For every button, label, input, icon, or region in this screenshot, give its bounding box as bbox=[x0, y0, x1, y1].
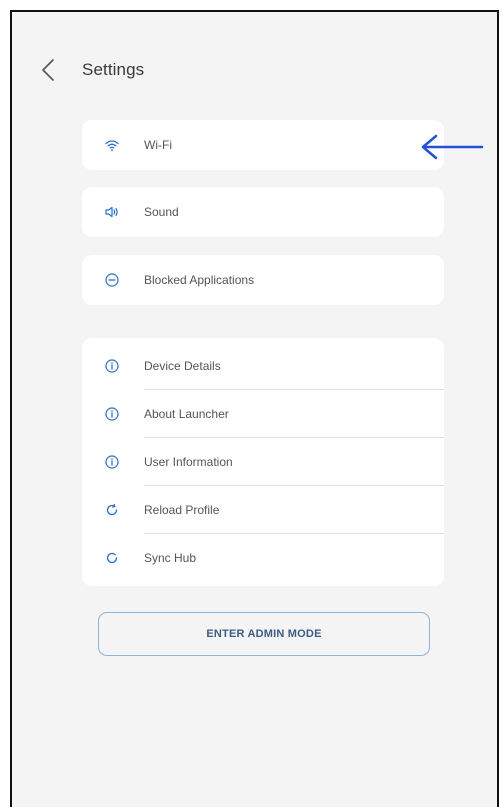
settings-screen: Settings Wi-Fi Sound Blocked Application… bbox=[10, 10, 499, 807]
annotation-arrow-icon bbox=[421, 134, 484, 160]
about-launcher-row[interactable]: About Launcher bbox=[82, 390, 444, 438]
device-details-row[interactable]: Device Details bbox=[82, 342, 444, 390]
blocked-apps-row[interactable]: Blocked Applications bbox=[82, 255, 444, 305]
sound-row[interactable]: Sound bbox=[82, 187, 444, 237]
user-information-label: User Information bbox=[144, 455, 233, 469]
sound-label: Sound bbox=[144, 205, 179, 219]
info-icon bbox=[104, 406, 120, 422]
enter-admin-mode-label: ENTER ADMIN MODE bbox=[206, 628, 322, 640]
info-icon bbox=[104, 358, 120, 374]
info-icon bbox=[104, 454, 120, 470]
minus-circle-icon bbox=[104, 272, 120, 288]
chevron-left-icon bbox=[42, 59, 54, 81]
enter-admin-mode-button[interactable]: ENTER ADMIN MODE bbox=[98, 612, 430, 656]
page-title: Settings bbox=[82, 60, 145, 79]
sync-icon bbox=[104, 550, 120, 566]
header: Settings bbox=[12, 12, 497, 112]
wifi-label: Wi-Fi bbox=[144, 138, 172, 152]
reload-profile-label: Reload Profile bbox=[144, 503, 220, 517]
wifi-card[interactable]: Wi-Fi bbox=[82, 120, 444, 170]
user-information-row[interactable]: User Information bbox=[82, 438, 444, 486]
wifi-row[interactable]: Wi-Fi bbox=[82, 120, 444, 170]
reload-profile-row[interactable]: Reload Profile bbox=[82, 486, 444, 534]
back-button[interactable] bbox=[36, 56, 62, 84]
blocked-apps-card[interactable]: Blocked Applications bbox=[82, 255, 444, 305]
device-details-label: Device Details bbox=[144, 359, 221, 373]
info-group-card: Device Details About Launcher User Infor… bbox=[82, 338, 444, 586]
sound-card[interactable]: Sound bbox=[82, 187, 444, 237]
sync-hub-row[interactable]: Sync Hub bbox=[82, 534, 444, 582]
about-launcher-label: About Launcher bbox=[144, 407, 229, 421]
refresh-icon bbox=[104, 502, 120, 518]
speaker-icon bbox=[104, 204, 120, 220]
wifi-icon bbox=[104, 137, 120, 153]
blocked-apps-label: Blocked Applications bbox=[144, 273, 255, 287]
sync-hub-label: Sync Hub bbox=[144, 551, 197, 565]
